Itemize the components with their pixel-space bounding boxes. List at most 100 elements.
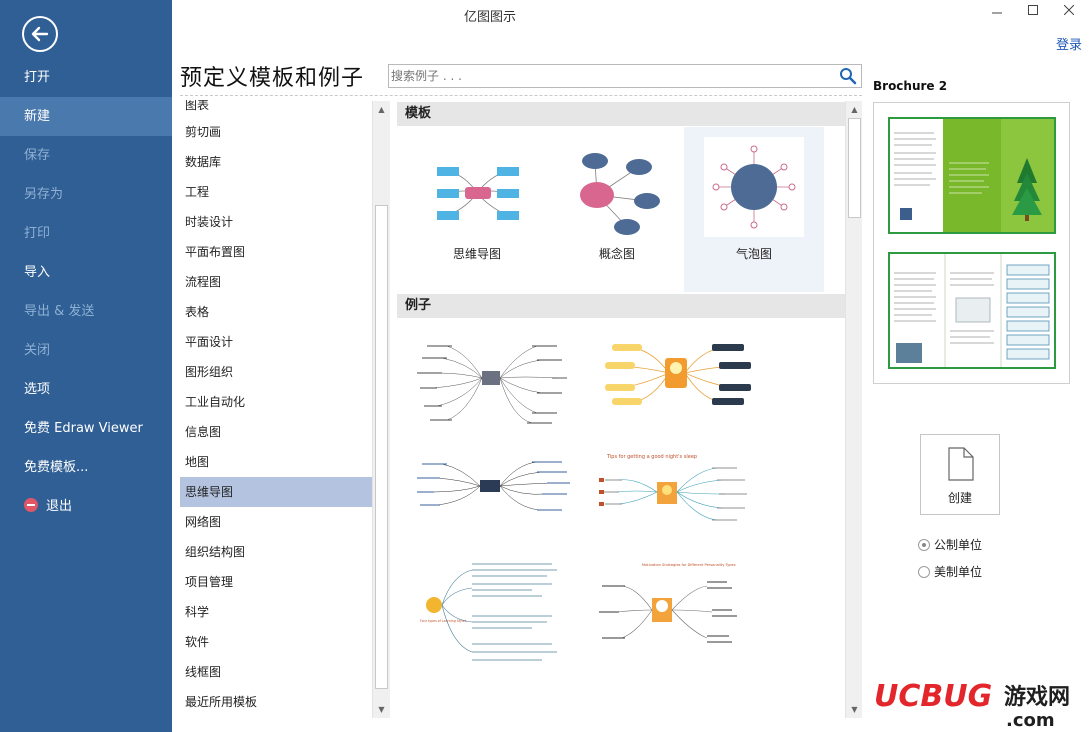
templates-heading: 模板 xyxy=(397,102,845,126)
nav-label: 选项 xyxy=(24,382,51,397)
metric-units-option[interactable]: 公制单位 xyxy=(918,536,982,553)
nav-label: 新建 xyxy=(24,109,51,124)
back-button[interactable] xyxy=(22,16,58,52)
header-divider xyxy=(180,95,862,96)
example-center-text: Four types of Learning Styles xyxy=(420,619,467,623)
scroll-up-icon[interactable]: ▲ xyxy=(846,101,863,118)
nav-label: 关闭 xyxy=(24,343,51,358)
example-mindmap-3[interactable] xyxy=(412,450,572,560)
template-card-mindmap[interactable]: 思维导图 xyxy=(407,127,547,292)
scroll-down-icon[interactable]: ▼ xyxy=(846,701,863,718)
search-box xyxy=(388,64,862,88)
category-scrollbar[interactable]: ▲ ▼ xyxy=(372,101,390,718)
us-units-label: 美制单位 xyxy=(934,565,983,579)
maximize-button[interactable] xyxy=(1020,2,1046,22)
exit-icon xyxy=(24,498,38,512)
minimize-icon xyxy=(992,12,1002,14)
nav-import[interactable]: 导入 xyxy=(0,253,172,292)
nav-open[interactable]: 打开 xyxy=(0,58,172,97)
example-mindmap-2[interactable] xyxy=(597,328,757,438)
watermark-brand: UCBUG xyxy=(874,679,992,714)
back-arrow-icon xyxy=(31,26,49,42)
category-item[interactable]: 表格 xyxy=(180,297,372,327)
radio-checked-icon[interactable] xyxy=(918,539,930,551)
nav-new[interactable]: 新建 xyxy=(0,97,172,136)
search-input[interactable] xyxy=(391,67,831,85)
examples-heading: 例子 xyxy=(397,294,845,318)
nav-free-viewer[interactable]: 免费 Edraw Viewer xyxy=(0,409,172,448)
close-button[interactable] xyxy=(1056,2,1082,22)
category-item[interactable]: 数据库 xyxy=(180,147,372,177)
nav-save-as[interactable]: 另存为 xyxy=(0,175,172,214)
category-item[interactable]: 平面设计 xyxy=(180,327,372,357)
template-label: 思维导图 xyxy=(452,247,501,261)
nav-label: 另存为 xyxy=(24,187,64,202)
category-item[interactable]: 软件 xyxy=(180,627,372,657)
nav-print[interactable]: 打印 xyxy=(0,214,172,253)
category-item[interactable]: 平面布置图 xyxy=(180,237,372,267)
template-card-bubble[interactable]: 气泡图 xyxy=(684,127,824,292)
nav-label: 退出 xyxy=(46,499,73,514)
nav-exit[interactable]: 退出 xyxy=(0,487,172,526)
category-item[interactable]: 工业自动化 xyxy=(180,387,372,417)
watermark-domain: .com xyxy=(1006,710,1055,730)
nav-save[interactable]: 保存 xyxy=(0,136,172,175)
scroll-up-icon[interactable]: ▲ xyxy=(373,101,390,118)
mindmap-thumbnail xyxy=(437,167,519,220)
scroll-thumb[interactable] xyxy=(375,205,388,689)
ucbug-watermark-logo: UCBUG 游戏网 .com xyxy=(874,679,1070,730)
category-item[interactable]: 项目管理 xyxy=(180,567,372,597)
radio-unchecked-icon[interactable] xyxy=(918,566,930,578)
metric-units-label: 公制单位 xyxy=(934,538,983,552)
page-title: 预定义模板和例子 xyxy=(180,66,365,91)
nav-label: 保存 xyxy=(24,148,51,163)
scroll-thumb[interactable] xyxy=(848,118,861,218)
nav-label: 免费模板... xyxy=(24,460,89,475)
template-card-concept-map[interactable]: 概念图 xyxy=(547,127,687,292)
category-item[interactable]: 线框图 xyxy=(180,657,372,687)
preview-panel xyxy=(873,102,1070,384)
category-item[interactable]: 工程 xyxy=(180,177,372,207)
example-title-text: Motivation Strategies for Different Pers… xyxy=(642,563,736,567)
category-item[interactable]: 流程图 xyxy=(180,267,372,297)
app-window: 打开 新建 保存 另存为 打印 导入 导出 & 发送 关闭 选项 免费 Edra… xyxy=(0,0,1091,732)
category-item[interactable]: 组织结构图 xyxy=(180,537,372,567)
category-item[interactable]: 网络图 xyxy=(180,507,372,537)
category-item[interactable]: 科学 xyxy=(180,597,372,627)
category-item[interactable]: 剪切画 xyxy=(180,117,372,147)
new-document-icon xyxy=(948,447,974,481)
template-label: 概念图 xyxy=(598,247,635,261)
brochure-preview-image xyxy=(888,117,1056,369)
category-item-selected[interactable]: 思维导图 xyxy=(180,477,372,507)
category-item[interactable]: 图形组织 xyxy=(180,357,372,387)
nav-free-templates[interactable]: 免费模板... xyxy=(0,448,172,487)
example-mindmap-5[interactable]: Four types of Learning Styles xyxy=(412,560,572,670)
category-item[interactable]: 信息图 xyxy=(180,417,372,447)
minimize-button[interactable] xyxy=(984,2,1010,22)
nav-close[interactable]: 关闭 xyxy=(0,331,172,370)
watermark-cn: 游戏网 xyxy=(1004,684,1070,710)
nav-options[interactable]: 选项 xyxy=(0,370,172,409)
preview-title: Brochure 2 xyxy=(873,79,948,93)
scroll-down-icon[interactable]: ▼ xyxy=(373,701,390,718)
nav-label: 免费 Edraw Viewer xyxy=(24,421,143,436)
us-units-option[interactable]: 美制单位 xyxy=(918,563,982,580)
nav-label: 打开 xyxy=(24,70,51,85)
template-label: 气泡图 xyxy=(735,247,772,261)
search-icon[interactable] xyxy=(839,67,857,85)
category-item[interactable]: 地图 xyxy=(180,447,372,477)
create-button[interactable]: 创建 xyxy=(920,434,1000,515)
category-item[interactable]: 时装设计 xyxy=(180,207,372,237)
login-link[interactable]: 登录 xyxy=(1056,34,1082,53)
category-item[interactable]: 最近所用模板 xyxy=(180,687,372,717)
window-title: 亿图图示 xyxy=(463,10,516,25)
example-mindmap-4[interactable]: Tips for getting a good night's sleep xyxy=(597,450,757,560)
example-mindmap-1[interactable] xyxy=(412,328,572,438)
bubble-thumbnail xyxy=(704,137,804,237)
example-title-text: Tips for getting a good night's sleep xyxy=(606,454,697,460)
nav-label: 打印 xyxy=(24,226,51,241)
concept-map-thumbnail xyxy=(580,153,660,235)
example-mindmap-6[interactable]: Motivation Strategies for Different Pers… xyxy=(597,560,757,670)
gallery-scrollbar[interactable]: ▲ ▼ xyxy=(845,101,862,718)
nav-export-send[interactable]: 导出 & 发送 xyxy=(0,292,172,331)
